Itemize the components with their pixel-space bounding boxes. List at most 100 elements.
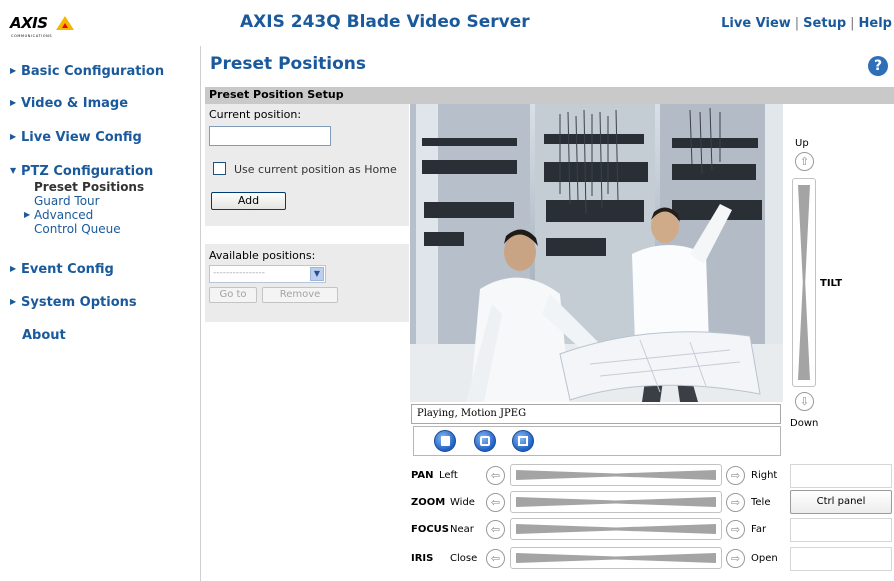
help-icon[interactable]: ? bbox=[868, 56, 888, 76]
sidebar-subitem-advanced[interactable]: ▶ Advanced bbox=[24, 208, 93, 222]
zoom-tele-arrow-icon[interactable]: ⇨ bbox=[726, 493, 745, 512]
sidebar-item-live-view-config[interactable]: ▶ Live View Config bbox=[10, 130, 142, 145]
sidebar-item-label: Basic Configuration bbox=[21, 64, 165, 79]
axis-logo[interactable]: AXIS COMMUNICATIONS bbox=[10, 14, 86, 40]
top-nav-links: Live View | Setup | Help bbox=[721, 16, 892, 31]
go-to-button[interactable]: Go to bbox=[209, 287, 257, 303]
zoom-wide-arrow-icon[interactable]: ⇦ bbox=[486, 493, 505, 512]
zoom-wide-label: Wide bbox=[450, 497, 475, 508]
sidebar-subitem-control-queue[interactable]: Control Queue bbox=[34, 222, 121, 236]
sidebar-item-label: Event Config bbox=[21, 262, 114, 277]
sidebar-item-label: PTZ Configuration bbox=[21, 164, 154, 179]
video-status-bar: Playing, Motion JPEG bbox=[411, 404, 781, 424]
add-button[interactable]: Add bbox=[211, 192, 286, 210]
sidebar-item-video-image[interactable]: ▶ Video & Image bbox=[10, 96, 128, 111]
fullscreen-button[interactable] bbox=[512, 430, 534, 452]
sidebar-item-label: System Options bbox=[21, 295, 137, 310]
video-controls bbox=[413, 426, 781, 456]
pan-label: PAN bbox=[411, 470, 434, 481]
selected-option: ---------------- bbox=[213, 268, 265, 278]
zoom-slider-bar bbox=[516, 497, 716, 507]
sidebar-item-about[interactable]: About bbox=[22, 328, 66, 343]
stop-button[interactable] bbox=[434, 430, 456, 452]
zoom-slider[interactable] bbox=[510, 491, 722, 513]
stop-icon bbox=[441, 436, 450, 446]
current-position-label: Current position: bbox=[209, 108, 302, 121]
fullscreen-icon bbox=[518, 436, 528, 446]
logo-subtext: COMMUNICATIONS bbox=[11, 34, 53, 38]
focus-slider-bar bbox=[516, 524, 716, 534]
setup-link[interactable]: Setup bbox=[803, 16, 846, 31]
sidebar-item-ptz-configuration[interactable]: ▼ PTZ Configuration bbox=[10, 164, 153, 179]
caret-right-icon: ▶ bbox=[24, 210, 31, 219]
caret-right-icon: ▶ bbox=[10, 98, 17, 107]
tilt-slider-bar bbox=[798, 185, 810, 380]
logo-triangle-inner-icon bbox=[62, 23, 68, 28]
iris-close-arrow-icon[interactable]: ⇦ bbox=[486, 549, 505, 568]
caret-right-icon: ▶ bbox=[10, 264, 17, 273]
focus-far-arrow-icon[interactable]: ⇨ bbox=[726, 520, 745, 539]
camera-icon bbox=[480, 436, 490, 446]
sidebar: ▶ Basic Configuration ▶ Video & Image ▶ Liv… bbox=[0, 46, 201, 581]
caret-right-icon: ▶ bbox=[10, 66, 17, 75]
tilt-up-label: Up bbox=[795, 138, 809, 149]
caret-right-icon: ▶ bbox=[10, 297, 17, 306]
logo-text: AXIS bbox=[10, 14, 48, 32]
help-link[interactable]: Help bbox=[859, 16, 892, 31]
focus-label: FOCUS bbox=[411, 524, 449, 535]
sidebar-item-basic-configuration[interactable]: ▶ Basic Configuration bbox=[10, 64, 164, 79]
zoom-label: ZOOM bbox=[411, 497, 446, 508]
sidebar-item-label: Video & Image bbox=[21, 96, 129, 111]
pan-left-label: Left bbox=[439, 470, 458, 481]
tilt-down-arrow-icon[interactable]: ⇩ bbox=[795, 392, 814, 411]
iris-slider[interactable] bbox=[510, 547, 722, 569]
section-header: Preset Position Setup bbox=[205, 87, 894, 104]
chevron-down-icon[interactable]: ▼ bbox=[310, 267, 324, 281]
focus-near-label: Near bbox=[450, 524, 474, 535]
live-view-link[interactable]: Live View bbox=[721, 16, 791, 31]
available-positions-panel: Available positions: ---------------- ▼ … bbox=[205, 244, 409, 322]
video-frame-image bbox=[410, 104, 783, 402]
top-nav-separator: | bbox=[850, 16, 855, 31]
top-nav-separator: | bbox=[794, 16, 800, 31]
focus-side-box bbox=[790, 518, 892, 542]
home-checkbox-label: Use current position as Home bbox=[234, 163, 397, 176]
section-title: Preset Position Setup bbox=[209, 88, 344, 101]
sidebar-item-label: Live View Config bbox=[21, 130, 142, 145]
pan-side-box bbox=[790, 464, 892, 488]
header: AXIS COMMUNICATIONS AXIS 243Q Blade Vide… bbox=[0, 0, 894, 46]
sidebar-subitem-guard-tour[interactable]: Guard Tour bbox=[34, 194, 100, 208]
iris-close-label: Close bbox=[450, 553, 478, 564]
available-positions-label: Available positions: bbox=[209, 249, 316, 262]
tilt-down-label: Down bbox=[790, 418, 819, 429]
zoom-tele-label: Tele bbox=[751, 497, 771, 508]
sidebar-item-event-config[interactable]: ▶ Event Config bbox=[10, 262, 114, 277]
caret-down-icon: ▼ bbox=[10, 166, 17, 175]
pan-slider[interactable] bbox=[510, 464, 722, 486]
remove-button[interactable]: Remove bbox=[262, 287, 338, 303]
iris-open-arrow-icon[interactable]: ⇨ bbox=[726, 549, 745, 568]
home-checkbox[interactable] bbox=[213, 162, 226, 175]
iris-slider-bar bbox=[516, 553, 716, 563]
pan-right-label: Right bbox=[751, 470, 778, 481]
tilt-up-arrow-icon[interactable]: ⇧ bbox=[795, 152, 814, 171]
sidebar-subitem-label: Advanced bbox=[34, 208, 94, 222]
sidebar-subitem-preset-positions[interactable]: Preset Positions bbox=[34, 180, 144, 194]
product-title: AXIS 243Q Blade Video Server bbox=[240, 12, 530, 32]
pan-right-arrow-icon[interactable]: ⇨ bbox=[726, 466, 745, 485]
iris-side-box bbox=[790, 547, 892, 571]
available-positions-select[interactable]: ---------------- ▼ bbox=[209, 265, 326, 283]
pan-slider-bar bbox=[516, 470, 716, 480]
focus-near-arrow-icon[interactable]: ⇦ bbox=[486, 520, 505, 539]
video-stream[interactable] bbox=[410, 104, 783, 402]
snapshot-button[interactable] bbox=[474, 430, 496, 452]
video-status-text: Playing, Motion JPEG bbox=[417, 408, 527, 419]
pan-left-arrow-icon[interactable]: ⇦ bbox=[486, 466, 505, 485]
focus-far-label: Far bbox=[751, 524, 767, 535]
sidebar-item-system-options[interactable]: ▶ System Options bbox=[10, 295, 137, 310]
focus-slider[interactable] bbox=[510, 518, 722, 540]
tilt-label: TILT bbox=[820, 278, 843, 289]
tilt-slider[interactable] bbox=[792, 178, 816, 387]
ctrl-panel-button[interactable]: Ctrl panel bbox=[790, 490, 892, 514]
current-position-input[interactable] bbox=[209, 126, 331, 146]
